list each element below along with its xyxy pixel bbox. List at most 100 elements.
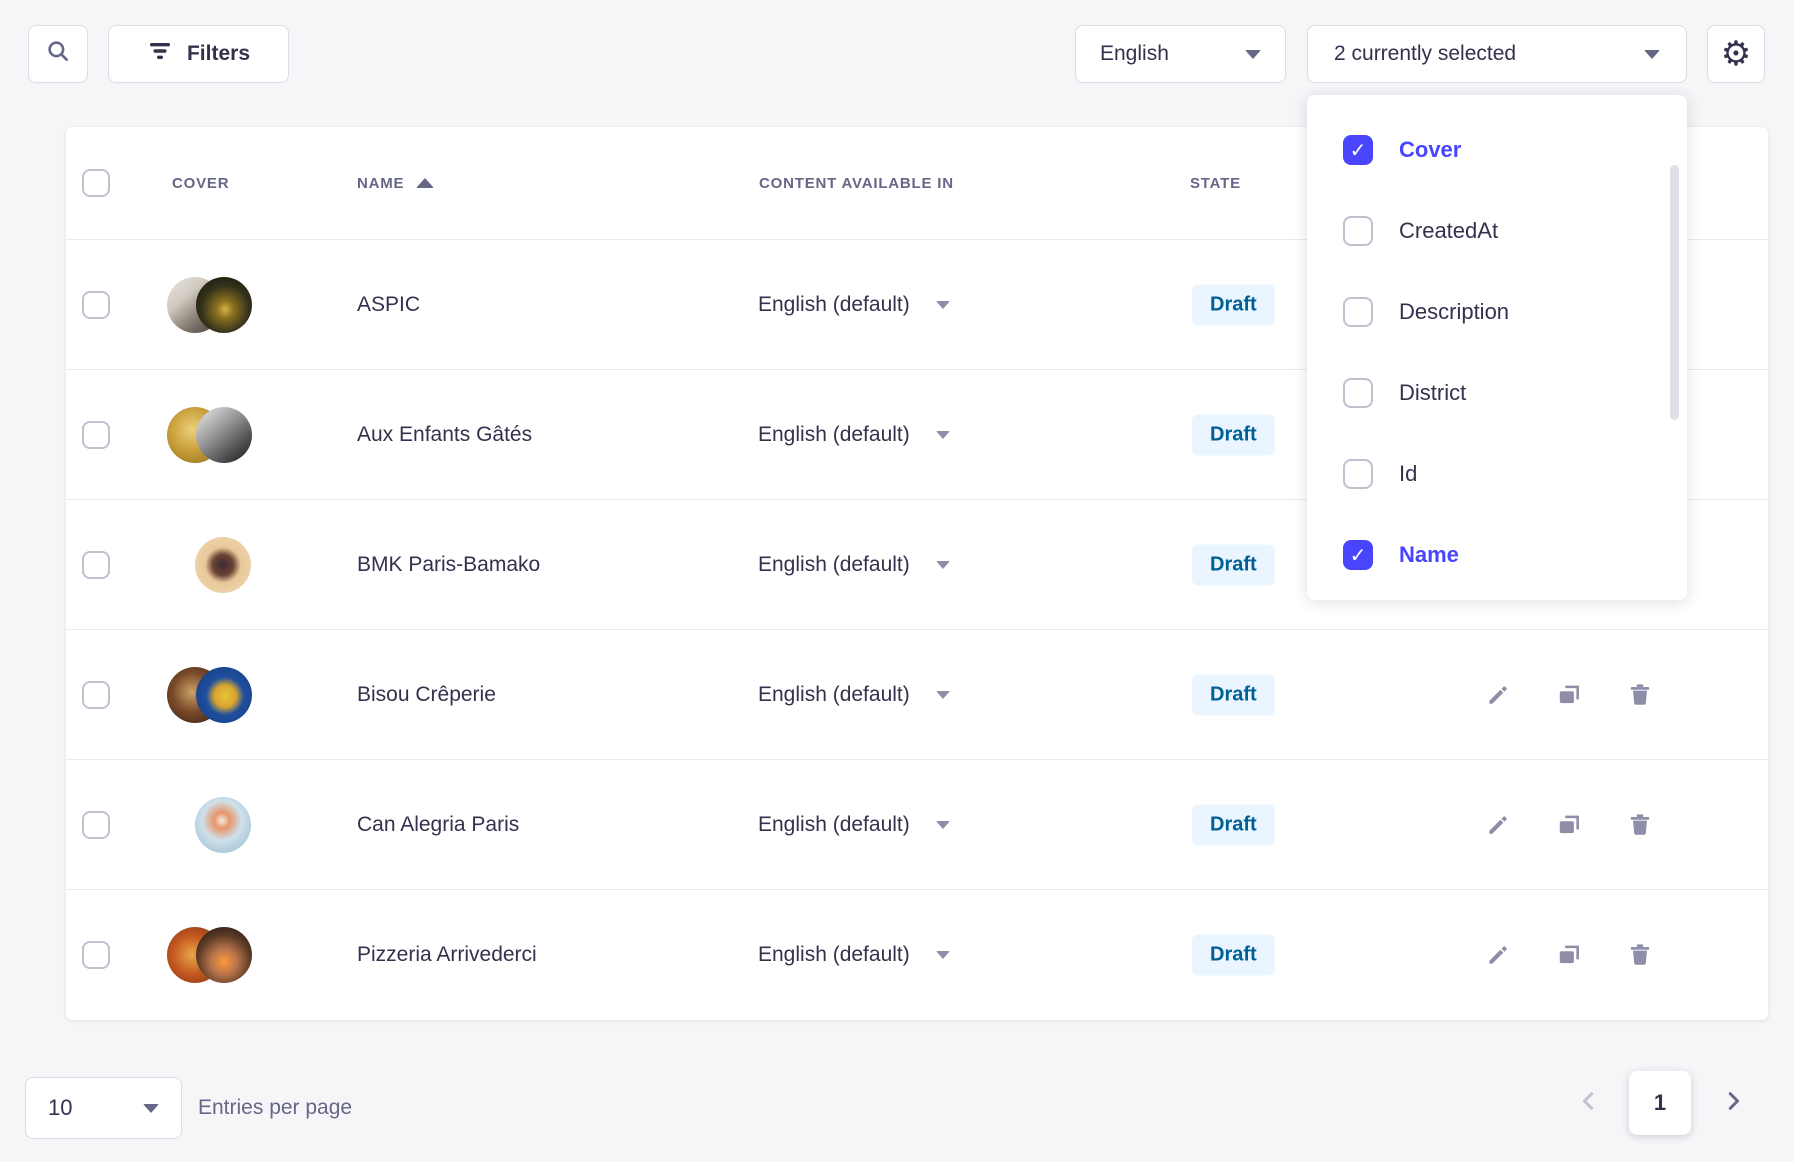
duplicate-button[interactable] (1555, 811, 1583, 839)
table-row: Bisou Crêperie English (default) Draft (66, 630, 1768, 760)
trash-icon (1627, 682, 1653, 708)
column-option-district[interactable]: ✓ District (1307, 352, 1687, 433)
gear-icon: ⚙ (1721, 37, 1751, 71)
column-option-label: CreatedAt (1399, 218, 1498, 244)
check-icon: ✓ (1350, 543, 1367, 567)
column-visibility-select[interactable]: 2 currently selected (1307, 25, 1687, 83)
sort-ascending-icon (416, 178, 434, 188)
chevron-down-icon (1644, 50, 1660, 59)
locale-cell-select[interactable]: English (default) (758, 293, 950, 317)
cover-cell (167, 277, 263, 333)
chevron-down-icon (143, 1104, 159, 1113)
next-page-button[interactable] (1713, 1083, 1753, 1123)
cover-thumbnail-black-white-interior-photo (196, 407, 252, 463)
duplicate-button[interactable] (1555, 681, 1583, 709)
locale-cell-value: English (default) (758, 943, 910, 967)
chevron-right-icon (1722, 1090, 1744, 1117)
delete-button[interactable] (1626, 681, 1654, 709)
status-badge: Draft (1192, 674, 1275, 715)
table-row: Can Alegria Paris English (default) Draf… (66, 760, 1768, 890)
dropdown-scrollbar[interactable] (1670, 165, 1679, 420)
column-option-label: Name (1399, 542, 1459, 568)
filters-button-label: Filters (187, 42, 250, 66)
search-icon (45, 38, 71, 70)
column-option-cover[interactable]: ✓ Cover (1307, 109, 1687, 190)
row-actions (1484, 811, 1654, 839)
column-option-label: Cover (1399, 137, 1461, 163)
cover-cell (167, 667, 263, 723)
locale-cell-select[interactable]: English (default) (758, 423, 950, 447)
status-badge: Draft (1192, 544, 1275, 585)
trash-icon (1627, 942, 1653, 968)
column-option-createdat[interactable]: ✓ CreatedAt (1307, 190, 1687, 271)
cover-cell (167, 537, 263, 593)
column-option-checkbox[interactable]: ✓ (1343, 135, 1373, 165)
edit-button[interactable] (1484, 681, 1512, 709)
column-option-checkbox[interactable]: ✓ (1343, 459, 1373, 489)
row-checkbox[interactable] (82, 551, 110, 579)
entry-name: Aux Enfants Gâtés (357, 423, 532, 447)
locale-cell-select[interactable]: English (default) (758, 553, 950, 577)
locale-select-value: English (1100, 42, 1169, 66)
delete-button[interactable] (1626, 811, 1654, 839)
column-option-checkbox[interactable]: ✓ (1343, 378, 1373, 408)
chevron-down-icon (936, 561, 950, 569)
column-visibility-select-value: 2 currently selected (1334, 42, 1516, 66)
cover-thumbnail-crepe-on-blue-plate-photo (196, 667, 252, 723)
status-badge: Draft (1192, 935, 1275, 976)
row-checkbox[interactable] (82, 811, 110, 839)
row-checkbox[interactable] (82, 681, 110, 709)
locale-cell-select[interactable]: English (default) (758, 683, 950, 707)
column-option-id[interactable]: ✓ Id (1307, 433, 1687, 514)
page-size-value: 10 (48, 1095, 72, 1121)
page-number-button[interactable]: 1 (1629, 1071, 1691, 1135)
column-option-description[interactable]: ✓ Description (1307, 271, 1687, 352)
column-option-label: Description (1399, 299, 1509, 325)
status-badge: Draft (1192, 804, 1275, 845)
chevron-down-icon (936, 431, 950, 439)
locale-cell-value: English (default) (758, 293, 910, 317)
column-header-cover[interactable]: COVER (172, 127, 229, 240)
settings-button[interactable]: ⚙ (1707, 25, 1765, 83)
locale-cell-value: English (default) (758, 683, 910, 707)
row-checkbox[interactable] (82, 291, 110, 319)
check-icon: ✓ (1350, 138, 1367, 162)
column-header-content-available-in[interactable]: CONTENT AVAILABLE IN (759, 127, 954, 240)
edit-button[interactable] (1484, 811, 1512, 839)
column-option-name[interactable]: ✓ Name (1307, 514, 1687, 595)
column-header-state[interactable]: STATE (1190, 127, 1241, 240)
row-actions (1484, 681, 1654, 709)
cover-thumbnail-dark-gold-interior-photo (196, 277, 252, 333)
chevron-down-icon (936, 301, 950, 309)
entry-name: BMK Paris-Bamako (357, 553, 540, 577)
locale-cell-select[interactable]: English (default) (758, 943, 950, 967)
column-header-name[interactable]: NAME (357, 127, 434, 240)
duplicate-icon (1556, 682, 1582, 708)
locale-cell-select[interactable]: English (default) (758, 813, 950, 837)
entries-per-page-label: Entries per page (198, 1077, 352, 1139)
duplicate-button[interactable] (1555, 941, 1583, 969)
previous-page-button[interactable] (1569, 1083, 1609, 1123)
cover-cell (167, 407, 263, 463)
locale-select[interactable]: English (1075, 25, 1286, 83)
select-all-checkbox[interactable] (82, 169, 110, 197)
cover-cell (167, 797, 263, 853)
column-option-checkbox[interactable]: ✓ (1343, 297, 1373, 327)
duplicate-icon (1556, 942, 1582, 968)
search-button[interactable] (28, 25, 88, 83)
edit-button[interactable] (1484, 941, 1512, 969)
locale-cell-value: English (default) (758, 423, 910, 447)
filters-button[interactable]: Filters (108, 25, 289, 83)
entry-name: Bisou Crêperie (357, 683, 496, 707)
entry-name: Pizzeria Arrivederci (357, 943, 537, 967)
trash-icon (1627, 812, 1653, 838)
page-number-label: 1 (1654, 1090, 1666, 1116)
delete-button[interactable] (1626, 941, 1654, 969)
column-option-checkbox[interactable]: ✓ (1343, 540, 1373, 570)
column-option-checkbox[interactable]: ✓ (1343, 216, 1373, 246)
duplicate-icon (1556, 812, 1582, 838)
entry-name: ASPIC (357, 293, 420, 317)
row-checkbox[interactable] (82, 421, 110, 449)
row-checkbox[interactable] (82, 941, 110, 969)
page-size-select[interactable]: 10 (25, 1077, 182, 1139)
